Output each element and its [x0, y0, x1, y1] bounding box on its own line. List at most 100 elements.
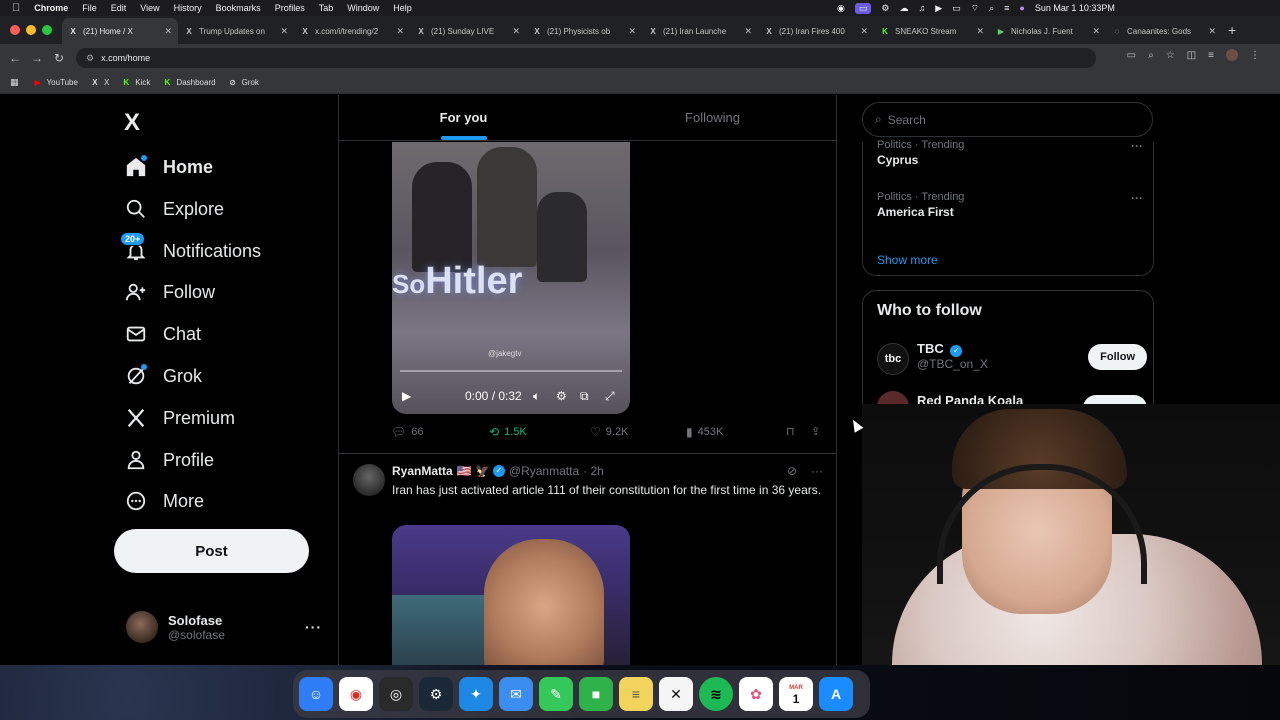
profile-avatar-icon[interactable] [1226, 49, 1238, 61]
menu-profiles[interactable]: Profiles [275, 3, 305, 13]
new-tab-button[interactable]: + [1222, 22, 1246, 44]
volume-icon[interactable]: 🔈︎ [533, 389, 540, 404]
trend-more-icon[interactable]: ··· [1131, 139, 1143, 153]
menu-history[interactable]: History [174, 3, 202, 13]
screen-record-icon[interactable]: ▭ [854, 2, 872, 14]
author-handle[interactable]: @Ryanmatta [509, 464, 579, 478]
apple-menu-icon[interactable]:  [12, 2, 20, 14]
headphones-status-icon[interactable]: ♫ [918, 3, 925, 13]
facetime-icon[interactable]: ■ [579, 677, 613, 711]
browser-tab[interactable]: ◌ Canaanites: Gods ✕ [1106, 18, 1222, 44]
browser-tab[interactable]: X (21) Physicists ob ✕ [526, 18, 642, 44]
follow-suggestion[interactable]: Red Panda Koala [877, 391, 1147, 423]
tweet-video-player[interactable]: SoHitler @jakegtv ▶ 0:00 / 0:32 🔈︎ ⚙ ⧉ ⤢ [392, 142, 630, 414]
nav-premium[interactable]: Premium [124, 402, 235, 434]
safari-icon[interactable]: ✦ [459, 677, 493, 711]
site-info-icon[interactable]: ⚙ [86, 53, 94, 64]
tab-close-icon[interactable]: ✕ [1092, 26, 1100, 37]
bookmark-kick[interactable]: K Kick [121, 78, 150, 88]
tab-close-icon[interactable]: ✕ [1208, 26, 1216, 37]
tab-close-icon[interactable]: ✕ [396, 26, 404, 37]
nav-notifications[interactable]: 20+ Notifications [120, 232, 261, 267]
more-options-icon[interactable]: ··· [811, 464, 823, 478]
reply-button[interactable]: 💬︎ 66 [391, 425, 423, 439]
browser-tab[interactable]: X (21) Iran Fires 400 ✕ [758, 18, 874, 44]
browser-tab[interactable]: K SNEAKO Stream ✕ [874, 18, 990, 44]
browser-tab[interactable]: ▶ Nicholas J. Fuent ✕ [990, 18, 1106, 44]
minimize-window-button[interactable] [26, 25, 36, 35]
nav-grok[interactable]: Grok [124, 360, 202, 392]
bookmark-grok[interactable]: ⊘ Grok [228, 78, 259, 88]
mail-icon[interactable]: ✉ [499, 677, 533, 711]
nav-explore[interactable]: Explore [124, 193, 224, 225]
nav-chat[interactable]: Chat [124, 318, 201, 350]
account-switcher[interactable]: Solofase @solofase [126, 611, 225, 643]
zoom-window-button[interactable] [42, 25, 52, 35]
menu-view[interactable]: View [140, 3, 159, 13]
picture-in-picture-icon[interactable]: ⧉ [580, 389, 589, 404]
avatar[interactable] [353, 464, 385, 496]
nav-profile[interactable]: Profile [124, 444, 214, 476]
follow-suggestion[interactable]: tbc TBC ✓ @TBC_on_X Follow [877, 337, 1147, 377]
zoom-icon[interactable]: ⌕ [1148, 50, 1154, 61]
steam-icon[interactable]: ⚙ [419, 677, 453, 711]
menu-help[interactable]: Help [393, 3, 412, 13]
browser-tab[interactable]: X (21) Sunday LIVE ✕ [410, 18, 526, 44]
menu-edit[interactable]: Edit [111, 3, 127, 13]
chrome-icon[interactable]: ◉ [339, 677, 373, 711]
capcut-icon[interactable]: ✕ [659, 677, 693, 711]
bookmark-dashboard[interactable]: K Dashboard [162, 78, 216, 88]
side-panel-icon[interactable]: ◫ [1187, 50, 1196, 61]
tab-close-icon[interactable]: ✕ [976, 26, 984, 37]
install-app-icon[interactable]: ▭ [1127, 50, 1136, 61]
media-controls-icon[interactable]: ≡ [1208, 50, 1214, 61]
post-button[interactable]: Post [114, 529, 309, 573]
browser-tab[interactable]: X x.com/i/trending/2 ✕ [294, 18, 410, 44]
messages-icon[interactable]: ✎ [539, 677, 573, 711]
back-icon[interactable]: ← [4, 51, 26, 65]
control-center-icon[interactable]: ≡ [1004, 3, 1009, 13]
tab-close-icon[interactable]: ✕ [628, 26, 636, 37]
account-more-icon[interactable]: ··· [305, 619, 322, 635]
bookmark-x[interactable]: X X [90, 78, 109, 88]
x-logo-icon[interactable]: X [124, 109, 140, 137]
tab-close-icon[interactable]: ✕ [164, 26, 172, 37]
apps-grid-icon[interactable]: ▦ [10, 77, 19, 88]
settings-icon[interactable]: ⚙ [556, 389, 567, 403]
tab-close-icon[interactable]: ✕ [860, 26, 868, 37]
video-progress-bar[interactable] [400, 370, 622, 372]
follow-button[interactable]: Follow [1088, 344, 1147, 370]
nav-more[interactable]: More [124, 485, 204, 517]
like-button[interactable]: ♡ 9.2K [590, 425, 628, 439]
views-button[interactable]: ▮ 453K [686, 425, 723, 439]
browser-tab[interactable]: X Trump Updates on ✕ [178, 18, 294, 44]
forward-icon[interactable]: → [26, 51, 48, 65]
bookmark-youtube[interactable]: ▶ YouTube [33, 78, 78, 88]
app-store-icon[interactable]: A [819, 677, 853, 711]
menu-clock[interactable]: Sun Mar 1 10:33PM [1035, 3, 1115, 13]
share-icon[interactable]: ⇪ [811, 425, 820, 438]
browser-tab[interactable]: X (21) Iran Launche ✕ [642, 18, 758, 44]
nav-follow[interactable]: Follow [124, 276, 215, 308]
trend-more-icon[interactable]: ··· [1131, 191, 1143, 205]
menu-window[interactable]: Window [347, 3, 379, 13]
wifi-icon[interactable]: ⌔ [971, 3, 979, 14]
settings-status-icon[interactable]: ⚙ [881, 3, 889, 14]
close-window-button[interactable] [10, 25, 20, 35]
trend-item[interactable]: Politics · Trending America First [877, 191, 964, 219]
tab-close-icon[interactable]: ✕ [744, 26, 752, 37]
play-icon[interactable]: ▶ [402, 389, 411, 403]
obs-icon[interactable]: ◎ [379, 677, 413, 711]
cloud-status-icon[interactable]: ☁ [899, 3, 908, 14]
fullscreen-icon[interactable]: ⤢ [605, 389, 615, 404]
tweet-time[interactable]: · 2h [583, 464, 604, 478]
calendar-icon[interactable]: MAR 1 [779, 677, 813, 711]
show-more-link[interactable]: Show more [877, 253, 938, 267]
tab-for-you[interactable]: For you [339, 95, 588, 140]
nav-home[interactable]: Home [124, 151, 213, 183]
play-status-icon[interactable]: ▶ [935, 3, 942, 14]
search-input[interactable]: ⌕ Search [862, 102, 1153, 137]
grok-analyze-icon[interactable]: ⊘ [787, 464, 797, 478]
browser-tab-home-x[interactable]: X (21) Home / X ✕ [62, 18, 178, 44]
chrome-menu-icon[interactable]: ⋮ [1250, 50, 1260, 61]
